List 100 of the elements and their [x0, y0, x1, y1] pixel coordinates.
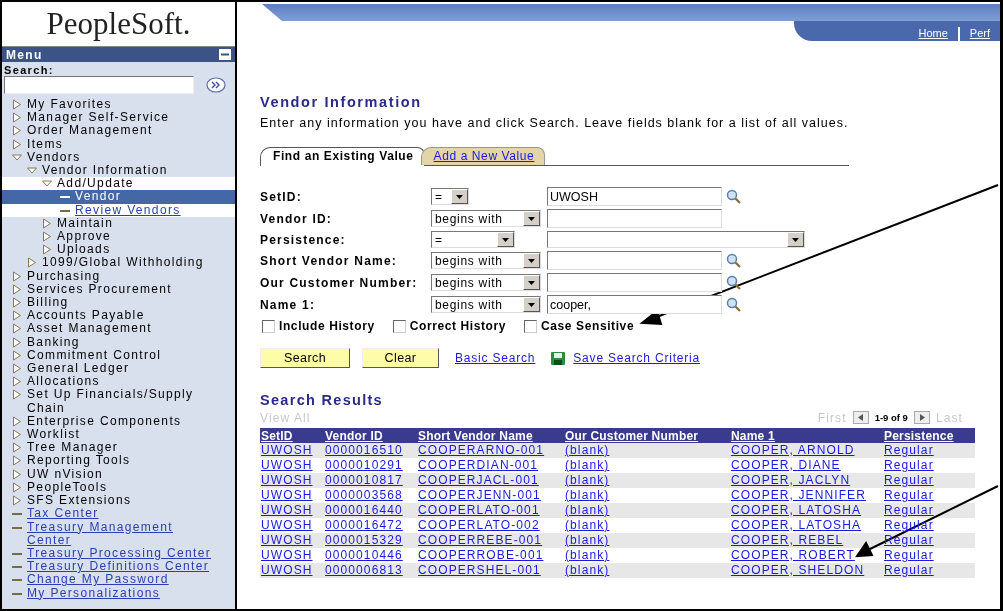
tab[interactable]: Find an Existing Value — [260, 147, 425, 166]
menu-item[interactable]: General Ledger — [27, 362, 130, 376]
result-link[interactable]: COOPERROBE-001 — [418, 548, 544, 562]
checkbox[interactable] — [262, 319, 275, 333]
result-link[interactable]: COOPER, DIANE — [731, 458, 841, 472]
collapsed-arrow-icon[interactable] — [12, 282, 22, 296]
collapsed-arrow-icon[interactable] — [12, 428, 22, 442]
menu-item[interactable]: Purchasing — [27, 269, 101, 283]
collapsed-arrow-icon[interactable] — [12, 322, 22, 336]
value-field[interactable] — [547, 251, 722, 270]
collapsed-arrow-icon[interactable] — [12, 98, 22, 111]
menu-item[interactable]: Maintain — [57, 216, 114, 231]
value-field[interactable] — [547, 273, 722, 292]
menu-item[interactable]: Add/Update — [57, 177, 134, 191]
menu-item[interactable]: SFS Extensions — [27, 494, 132, 508]
collapsed-arrow-icon[interactable] — [12, 362, 22, 376]
result-link[interactable]: UWOSH — [261, 458, 313, 472]
menu-link[interactable]: Tax Center — [27, 507, 99, 521]
menu-item[interactable]: Uploads — [57, 243, 111, 257]
result-link[interactable]: (blank) — [565, 518, 610, 532]
column-header[interactable]: Short Vendor Name — [417, 428, 564, 443]
collapsed-arrow-icon[interactable] — [12, 454, 22, 468]
save-icon[interactable] — [551, 351, 566, 365]
menu-item[interactable]: Set Up Financials/Supply Chain — [27, 388, 221, 415]
collapsed-arrow-icon[interactable] — [12, 467, 22, 481]
go-icon[interactable] — [206, 77, 226, 93]
result-link[interactable]: COOPERJENN-001 — [418, 488, 541, 502]
collapsed-arrow-icon[interactable] — [12, 414, 22, 428]
result-link[interactable]: COOPERLATO-002 — [418, 518, 540, 532]
result-link[interactable]: COOPER, ROBERT — [731, 548, 855, 562]
collapsed-arrow-icon[interactable] — [12, 441, 22, 455]
menu-item[interactable]: Manager Self-Service — [27, 111, 170, 125]
collapsed-arrow-icon[interactable] — [42, 243, 52, 257]
collapsed-arrow-icon[interactable] — [12, 335, 22, 349]
result-link[interactable]: (blank) — [565, 548, 610, 562]
menu-link[interactable]: Treasury Processing Center — [27, 546, 212, 561]
menu-item[interactable]: My Favorites — [27, 98, 112, 112]
operator-dropdown[interactable]: = — [431, 231, 515, 248]
menu-item[interactable]: Allocations — [27, 375, 100, 389]
clear-button[interactable]: Clear — [362, 348, 439, 368]
menu-item[interactable]: Vendor Information — [42, 164, 168, 178]
result-link[interactable]: Regular — [884, 488, 934, 502]
menu-item[interactable]: Tree Manager — [27, 441, 119, 455]
menu-item[interactable]: Approve — [57, 230, 112, 244]
menu-item[interactable]: Order Management — [27, 124, 153, 138]
menu-item[interactable]: Billing — [27, 296, 69, 310]
collapsed-arrow-icon[interactable] — [12, 480, 22, 494]
menu-item[interactable]: Accounts Payable — [27, 309, 145, 323]
column-header[interactable]: SetID — [260, 428, 324, 443]
collapsed-arrow-icon[interactable] — [12, 494, 22, 508]
menu-item[interactable]: Services Procurement — [27, 282, 173, 297]
next-page-icon[interactable] — [913, 411, 930, 424]
result-link[interactable]: COOPERDIAN-001 — [418, 458, 539, 472]
menu-item[interactable]: Commitment Control — [27, 348, 162, 363]
result-link[interactable]: COOPER, JENNIFER — [731, 488, 866, 502]
menu-item[interactable]: 1099/Global Withholding — [42, 256, 204, 270]
result-link[interactable]: 0000003568 — [325, 488, 403, 502]
result-link[interactable]: (blank) — [565, 488, 610, 502]
result-link[interactable]: Regular — [884, 458, 934, 472]
search-button[interactable]: Search — [260, 348, 350, 368]
result-link[interactable]: 0000016472 — [325, 518, 403, 532]
collapsed-arrow-icon[interactable] — [12, 388, 22, 402]
value-field[interactable]: UWOSH — [547, 187, 722, 206]
previous-page-icon[interactable] — [852, 411, 869, 424]
menu-item[interactable]: Enterprise Components — [27, 414, 182, 429]
search-icon[interactable] — [726, 275, 741, 290]
value-dropdown[interactable] — [547, 231, 805, 248]
menu-link[interactable]: My Personalizations — [27, 586, 161, 600]
collapsed-arrow-icon[interactable] — [12, 296, 22, 310]
menu-item[interactable]: Banking — [27, 335, 80, 349]
collapse-icon[interactable] — [219, 49, 231, 60]
basic-search-link[interactable]: Basic Search — [455, 351, 536, 365]
collapsed-arrow-icon[interactable] — [42, 230, 52, 244]
menu-item[interactable]: Vendors — [27, 150, 81, 164]
operator-dropdown[interactable]: = — [431, 188, 469, 205]
header-link[interactable]: Home — [908, 27, 958, 41]
result-link[interactable]: 0000010446 — [325, 548, 403, 562]
result-link[interactable]: UWOSH — [261, 548, 313, 562]
operator-dropdown[interactable]: begins with — [431, 296, 541, 313]
result-link[interactable]: 0000010291 — [325, 458, 403, 472]
result-link[interactable]: (blank) — [565, 458, 610, 472]
operator-dropdown[interactable]: begins with — [431, 210, 541, 227]
result-link[interactable]: Regular — [884, 548, 934, 562]
column-header[interactable]: Name 1 — [730, 428, 883, 443]
menu-item[interactable]: PeopleTools — [27, 480, 108, 495]
collapsed-arrow-icon[interactable] — [12, 269, 22, 283]
menu-link[interactable]: Treasury Definitions Center — [27, 560, 210, 574]
column-header[interactable]: Persistence — [883, 428, 975, 443]
checkbox[interactable] — [524, 319, 538, 333]
collapsed-arrow-icon[interactable] — [27, 256, 37, 270]
column-header[interactable]: Our Customer Number — [564, 428, 730, 443]
operator-dropdown[interactable]: begins with — [431, 252, 541, 269]
collapsed-arrow-icon[interactable] — [42, 216, 52, 230]
menu-item[interactable]: Worklist — [27, 428, 81, 442]
collapsed-arrow-icon[interactable] — [12, 348, 22, 362]
collapsed-arrow-icon[interactable] — [12, 375, 22, 389]
collapsed-arrow-icon[interactable] — [12, 309, 22, 323]
tab[interactable]: Add a New Value — [420, 147, 546, 165]
collapsed-arrow-icon[interactable] — [12, 111, 22, 125]
menu-item[interactable]: UW nVision — [27, 467, 103, 481]
